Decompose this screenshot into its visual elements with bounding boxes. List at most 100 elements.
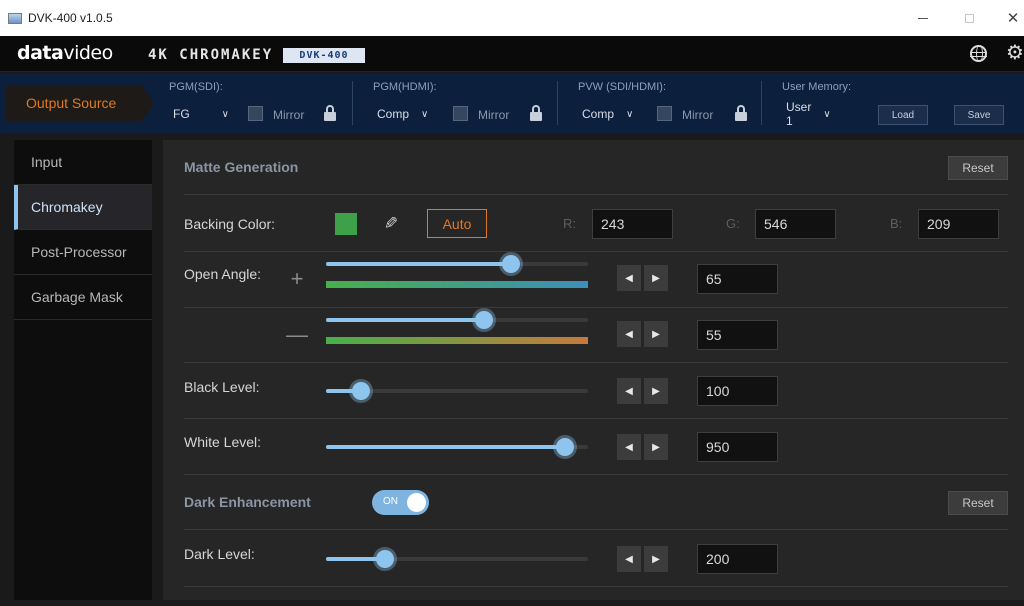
divider bbox=[184, 586, 1008, 587]
pgm-hdmi-label: PGM(HDMI): bbox=[373, 81, 437, 93]
lock-icon[interactable] bbox=[530, 105, 542, 121]
open-angle-plus-fill bbox=[326, 262, 511, 266]
lock-icon[interactable] bbox=[324, 105, 336, 121]
matte-generation-title: Matte Generation bbox=[184, 159, 299, 175]
load-button[interactable]: Load bbox=[878, 105, 928, 125]
divider bbox=[184, 474, 1008, 475]
divider bbox=[184, 194, 1008, 195]
pgm-hdmi-mirror-checkbox[interactable] bbox=[453, 106, 468, 121]
pgm-sdi-dropdown[interactable]: FG ∨ bbox=[173, 103, 229, 125]
decrement-button[interactable]: ◀ bbox=[617, 434, 641, 460]
black-level-slider-handle[interactable] bbox=[352, 382, 370, 400]
open-angle-minus-value[interactable]: 55 bbox=[697, 320, 778, 350]
divider bbox=[557, 81, 558, 125]
pgm-hdmi-mirror-label: Mirror bbox=[478, 108, 510, 122]
dark-level-stepper: ◀ ▶ bbox=[617, 546, 668, 572]
dark-enhancement-title: Dark Enhancement bbox=[184, 494, 311, 510]
model-badge: DVK-400 bbox=[283, 48, 365, 63]
open-angle-minus-slider-handle[interactable] bbox=[475, 311, 493, 329]
divider bbox=[184, 251, 1008, 252]
window-titlebar: DVK-400 v1.0.5 ✕ bbox=[0, 0, 1024, 36]
increment-button[interactable]: ▶ bbox=[644, 434, 668, 460]
sidebar: Input Chromakey Post-Processor Garbage M… bbox=[14, 140, 152, 600]
pvw-dropdown[interactable]: Comp ∨ bbox=[582, 103, 633, 125]
minimize-button[interactable] bbox=[900, 0, 946, 36]
open-angle-minus-stepper: ◀ ▶ bbox=[617, 321, 668, 347]
sidebar-item-post-processor[interactable]: Post-Processor bbox=[14, 230, 152, 275]
brand-bar: datavideo 4K CHROMAKEY DVK-400 ⚙ bbox=[0, 36, 1024, 72]
increment-button[interactable]: ▶ bbox=[644, 378, 668, 404]
user-memory-dropdown[interactable]: User 1 ∨ bbox=[786, 100, 831, 128]
decrement-button[interactable]: ◀ bbox=[617, 321, 641, 347]
open-angle-plus-stepper: ◀ ▶ bbox=[617, 265, 668, 291]
user-memory-label: User Memory: bbox=[782, 81, 852, 93]
r-label: R: bbox=[563, 216, 576, 231]
globe-icon[interactable] bbox=[970, 45, 987, 62]
backing-color-swatch[interactable] bbox=[335, 213, 357, 235]
matte-reset-button[interactable]: Reset bbox=[948, 156, 1008, 180]
eyedropper-icon[interactable]: ✎ bbox=[380, 213, 402, 235]
dark-enhancement-toggle[interactable]: ON bbox=[372, 490, 429, 515]
save-button[interactable]: Save bbox=[954, 105, 1004, 125]
b-value-field[interactable]: 209 bbox=[918, 209, 999, 239]
chevron-down-icon: ∨ bbox=[823, 108, 831, 120]
divider bbox=[761, 81, 762, 125]
white-level-label: White Level: bbox=[184, 434, 262, 450]
decrement-button[interactable]: ◀ bbox=[617, 378, 641, 404]
dark-level-slider-handle[interactable] bbox=[376, 550, 394, 568]
minus-icon: — bbox=[286, 322, 308, 347]
pgm-sdi-mirror-label: Mirror bbox=[273, 108, 305, 122]
decrement-button[interactable]: ◀ bbox=[617, 546, 641, 572]
chevron-down-icon: ∨ bbox=[421, 108, 429, 120]
g-value-field[interactable]: 546 bbox=[755, 209, 836, 239]
pvw-label: PVW (SDI/HDMI): bbox=[578, 81, 666, 93]
dark-reset-button[interactable]: Reset bbox=[948, 491, 1008, 515]
open-angle-minus-range-bar bbox=[326, 337, 588, 344]
minimize-icon bbox=[918, 17, 928, 19]
dark-level-label: Dark Level: bbox=[184, 546, 255, 562]
close-button[interactable]: ✕ bbox=[990, 0, 1024, 36]
product-name: 4K CHROMAKEY bbox=[148, 47, 274, 63]
pgm-sdi-label: PGM(SDI): bbox=[169, 81, 223, 93]
black-level-value[interactable]: 100 bbox=[697, 376, 778, 406]
window-title: DVK-400 v1.0.5 bbox=[28, 11, 113, 25]
increment-button[interactable]: ▶ bbox=[644, 546, 668, 572]
open-angle-plus-value[interactable]: 65 bbox=[697, 264, 778, 294]
datavideo-logo: datavideo bbox=[17, 42, 113, 64]
white-level-stepper: ◀ ▶ bbox=[617, 434, 668, 460]
black-level-stepper: ◀ ▶ bbox=[617, 378, 668, 404]
close-icon: ✕ bbox=[1006, 10, 1020, 27]
pgm-hdmi-dropdown[interactable]: Comp ∨ bbox=[377, 103, 428, 125]
pgm-sdi-mirror-checkbox[interactable] bbox=[248, 106, 263, 121]
backing-color-label: Backing Color: bbox=[184, 216, 276, 232]
divider bbox=[184, 529, 1008, 530]
auto-button[interactable]: Auto bbox=[427, 209, 487, 238]
increment-button[interactable]: ▶ bbox=[644, 321, 668, 347]
chevron-down-icon: ∨ bbox=[626, 108, 634, 120]
white-level-slider-handle[interactable] bbox=[556, 438, 574, 456]
divider bbox=[352, 81, 353, 125]
dark-level-value[interactable]: 200 bbox=[697, 544, 778, 574]
gear-icon[interactable]: ⚙ bbox=[1006, 43, 1024, 63]
divider bbox=[184, 362, 1008, 363]
output-source-tab[interactable]: Output Source bbox=[6, 85, 154, 121]
app-icon bbox=[8, 12, 22, 24]
sidebar-item-garbage-mask[interactable]: Garbage Mask bbox=[14, 275, 152, 320]
decrement-button[interactable]: ◀ bbox=[617, 265, 641, 291]
pvw-mirror-checkbox[interactable] bbox=[657, 106, 672, 121]
toggle-knob bbox=[407, 493, 426, 512]
chevron-down-icon: ∨ bbox=[221, 108, 229, 120]
lock-icon[interactable] bbox=[735, 105, 747, 121]
white-level-value[interactable]: 950 bbox=[697, 432, 778, 462]
r-value-field[interactable]: 243 bbox=[592, 209, 673, 239]
output-source-bar: Output Source PGM(SDI): FG ∨ Mirror PGM(H… bbox=[0, 73, 1024, 133]
maximize-icon bbox=[964, 13, 974, 23]
maximize-button[interactable] bbox=[946, 0, 992, 36]
open-angle-plus-slider-handle[interactable] bbox=[502, 255, 520, 273]
increment-button[interactable]: ▶ bbox=[644, 265, 668, 291]
pvw-mirror-label: Mirror bbox=[682, 108, 714, 122]
sidebar-item-input[interactable]: Input bbox=[14, 140, 152, 185]
open-angle-label: Open Angle: bbox=[184, 266, 262, 282]
sidebar-item-chromakey[interactable]: Chromakey bbox=[14, 185, 152, 230]
open-angle-plus-range-bar bbox=[326, 281, 588, 288]
